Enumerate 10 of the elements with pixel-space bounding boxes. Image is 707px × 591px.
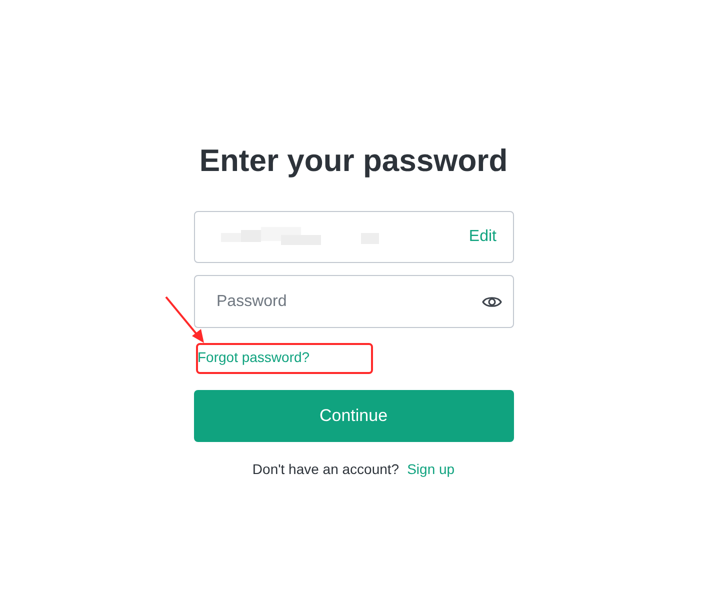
- signup-prompt: Don't have an account?: [252, 460, 400, 479]
- forgot-password-link[interactable]: Forgot password?: [198, 349, 310, 365]
- password-field[interactable]: Password: [194, 275, 514, 328]
- email-field[interactable]: Edit: [194, 211, 514, 263]
- show-password-icon[interactable]: [482, 295, 502, 309]
- annotation-arrow: [163, 294, 207, 346]
- edit-link[interactable]: Edit: [468, 225, 496, 249]
- continue-button[interactable]: Continue: [194, 390, 514, 442]
- sign-up-link[interactable]: Sign up: [407, 459, 455, 480]
- page-title: Enter your password: [199, 142, 508, 180]
